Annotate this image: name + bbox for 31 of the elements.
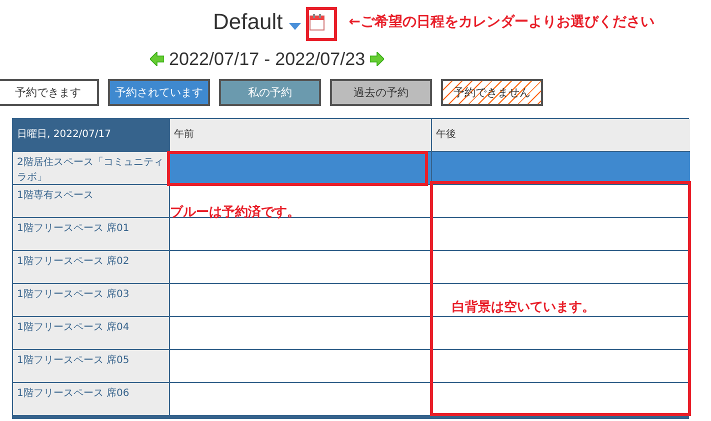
room-name[interactable]: 1階専有スペース: [13, 184, 169, 217]
legend-label: 予約されています: [108, 79, 210, 106]
next-week-arrow-icon[interactable]: [370, 52, 384, 66]
free-annotation: 白背景は空いています。: [452, 298, 595, 316]
dropdown-caret-icon[interactable]: [288, 22, 301, 30]
date-range: 2022/07/17 - 2022/07/23: [169, 48, 366, 70]
time-slot[interactable]: [169, 250, 431, 283]
room-name[interactable]: 1階フリースペース 席02: [13, 250, 169, 283]
previous-week-arrow-icon[interactable]: [150, 52, 164, 66]
column-header: 午前: [169, 119, 431, 151]
instruction-annotation: ←ご希望の日程をカレンダーよりお選びください: [348, 13, 654, 31]
time-slot[interactable]: [169, 217, 431, 250]
calendar-icon[interactable]: [308, 14, 325, 30]
legend-label: 予約できます: [0, 79, 99, 106]
room-name[interactable]: 1階フリースペース 席03: [13, 283, 169, 316]
time-slot[interactable]: [169, 316, 431, 349]
room-name[interactable]: 1階フリースペース 席01: [13, 217, 169, 250]
time-slot[interactable]: [169, 283, 431, 316]
page-title: Default: [213, 9, 283, 35]
room-name[interactable]: 1階フリースペース 席05: [13, 349, 169, 382]
column-header: 午後: [431, 119, 690, 151]
date-header: 日曜日, 2022/07/17: [13, 119, 169, 151]
legend-label: 私の予約: [219, 79, 321, 106]
time-slot[interactable]: [169, 184, 431, 217]
time-slot[interactable]: [169, 382, 431, 415]
room-name[interactable]: 1階フリースペース 席06: [13, 382, 169, 415]
room-name[interactable]: 2階居住スペース「コミュニティラボ」: [13, 151, 169, 184]
time-slot[interactable]: [169, 349, 431, 382]
booked-annotation: ブルーは予約済です。: [170, 204, 300, 221]
legend-label: 過去の予約: [330, 79, 432, 106]
room-name[interactable]: 1階フリースペース 席04: [13, 316, 169, 349]
